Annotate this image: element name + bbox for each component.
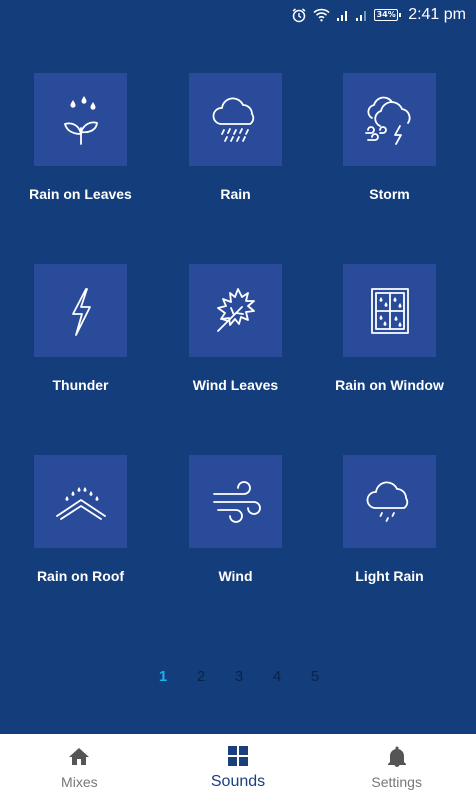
- window-rain-icon: [370, 287, 409, 334]
- sound-tile-label: Rain on Window: [335, 377, 444, 393]
- sound-tile-label: Wind Leaves: [192, 377, 279, 393]
- sound-tile-label: Rain on Leaves: [29, 186, 132, 202]
- sound-tile-wind-leaves[interactable]: Wind Leaves: [158, 264, 313, 393]
- sound-tile-button[interactable]: [189, 455, 282, 548]
- sound-tile-label: Rain on Roof: [36, 568, 125, 584]
- grid-icon: [228, 745, 248, 766]
- nav-mixes[interactable]: Mixes: [0, 734, 159, 800]
- sound-tile-button[interactable]: [189, 73, 282, 166]
- battery-indicator: 34%: [374, 9, 402, 21]
- sound-tile-storm[interactable]: Storm: [312, 73, 467, 202]
- nav-settings-label: Settings: [371, 773, 422, 790]
- sound-tile-button[interactable]: [34, 264, 127, 357]
- page-2[interactable]: 2: [196, 668, 206, 685]
- roof-rain-icon: [55, 486, 106, 520]
- sound-tile-button[interactable]: [189, 264, 282, 357]
- status-time: 2:41 pm: [408, 6, 466, 23]
- nav-sounds[interactable]: Sounds: [159, 734, 318, 800]
- lightning-bolt-icon: [71, 287, 91, 336]
- nav-mixes-label: Mixes: [61, 773, 98, 790]
- page-5[interactable]: 5: [310, 668, 320, 685]
- status-bar: 34% 2:41 pm: [0, 0, 476, 30]
- bell-icon: [387, 746, 406, 767]
- page-1[interactable]: 1: [158, 668, 168, 685]
- sound-tile-label: Storm: [369, 186, 410, 202]
- alarm-icon: [292, 8, 306, 23]
- storm-cloud-icon: [364, 96, 410, 145]
- sound-tile-button[interactable]: [34, 73, 127, 166]
- sound-tile-button[interactable]: [343, 264, 436, 357]
- wind-icon: [212, 480, 261, 523]
- rain-cloud-icon: [212, 96, 254, 142]
- sound-tile-rain-on-roof[interactable]: Rain on Roof: [3, 455, 158, 584]
- wifi-icon: [313, 8, 330, 22]
- sound-tile-label: Light Rain: [355, 568, 424, 584]
- light-rain-cloud-icon: [366, 480, 408, 522]
- rain-on-leaves-icon: [63, 95, 98, 145]
- page-3[interactable]: 3: [234, 668, 244, 685]
- sound-tile-button[interactable]: [343, 73, 436, 166]
- bottom-nav: Mixes Sounds Settings: [0, 734, 476, 800]
- sound-tile-rain-on-leaves[interactable]: Rain on Leaves: [3, 73, 158, 202]
- signal-icon-2: [356, 10, 367, 21]
- nav-settings[interactable]: Settings: [317, 734, 476, 800]
- sound-tile-label: Rain: [220, 186, 251, 202]
- pagination: 1 2 3 4 5: [0, 668, 476, 685]
- signal-icon-1: [337, 10, 348, 21]
- sound-tile-button[interactable]: [343, 455, 436, 548]
- sound-tile-wind[interactable]: Wind: [158, 455, 313, 584]
- sound-tile-light-rain[interactable]: Light Rain: [312, 455, 467, 584]
- nav-sounds-label: Sounds: [210, 772, 266, 790]
- sound-tile-label: Thunder: [52, 377, 109, 393]
- page-4[interactable]: 4: [272, 668, 282, 685]
- sound-tile-rain[interactable]: Rain: [158, 73, 313, 202]
- sound-tile-thunder[interactable]: Thunder: [3, 264, 158, 393]
- sound-tile-button[interactable]: [34, 455, 127, 548]
- maple-leaf-icon: [216, 287, 255, 332]
- home-icon: [69, 747, 90, 765]
- sound-tile-rain-on-window[interactable]: Rain on Window: [312, 264, 467, 393]
- sound-tile-label: Wind: [218, 568, 253, 584]
